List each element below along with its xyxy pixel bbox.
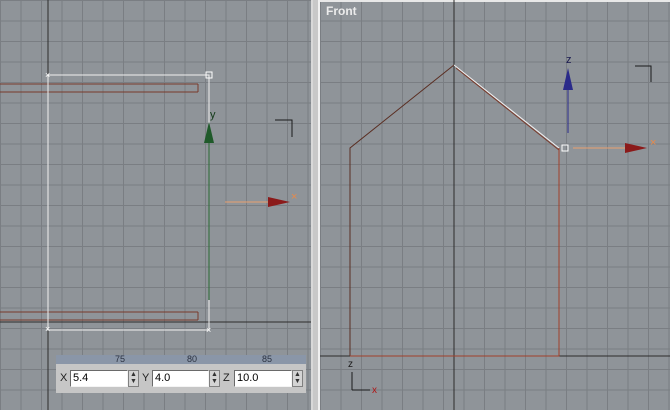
x-label: X xyxy=(60,372,68,384)
transform-gizmo-left xyxy=(204,122,290,300)
transform-gizmo-front xyxy=(563,68,647,153)
time-ruler[interactable]: 75 80 85 xyxy=(56,354,306,364)
viewport-left-canvas: × × × y × xyxy=(0,0,311,410)
view-axis-triad: z x xyxy=(348,359,377,396)
gizmo-z-label: z xyxy=(566,54,572,66)
z-coordinate-input[interactable]: 10.0 xyxy=(234,370,292,387)
y-coordinate-input[interactable]: 4.0 xyxy=(152,370,209,387)
ruler-tick: 85 xyxy=(262,354,273,364)
svg-text:×: × xyxy=(206,325,211,335)
viewport-left[interactable]: × × × y × xyxy=(0,0,313,410)
viewport-front-canvas: z × z x xyxy=(320,0,670,410)
x-spinner[interactable]: ▲ ▼ xyxy=(128,370,139,387)
gizmo-x-label: × xyxy=(291,191,297,203)
viewport-front[interactable]: z × z x Front xyxy=(318,0,670,410)
y-spinner[interactable]: ▲ ▼ xyxy=(209,370,220,387)
z-spinner[interactable]: ▲ ▼ xyxy=(292,370,303,387)
x-coordinate-input[interactable]: 5.4 xyxy=(70,370,128,387)
coordinate-fields: X 5.4 ▲ ▼ Y 4.0 ▲ ▼ Z 10.0 ▲ ▼ xyxy=(56,368,306,390)
svg-text:x: x xyxy=(372,385,377,396)
ruler-tick: 80 xyxy=(187,354,198,364)
ruler-tick: 75 xyxy=(115,354,126,364)
transform-typein: 75 80 85 X 5.4 ▲ ▼ Y 4.0 ▲ ▼ Z 10.0 ▲ ▼ xyxy=(56,354,306,393)
gizmo-y-label: y xyxy=(210,109,216,121)
svg-text:×: × xyxy=(45,70,50,80)
z-label: Z xyxy=(223,372,230,384)
svg-text:z: z xyxy=(348,359,353,370)
gizmo-x-label-front: × xyxy=(650,137,656,149)
svg-text:×: × xyxy=(45,324,50,334)
selection-box xyxy=(47,74,210,331)
y-label: Y xyxy=(142,372,150,384)
spline-shape-left xyxy=(0,83,210,321)
viewport-label[interactable]: Front xyxy=(326,4,357,18)
